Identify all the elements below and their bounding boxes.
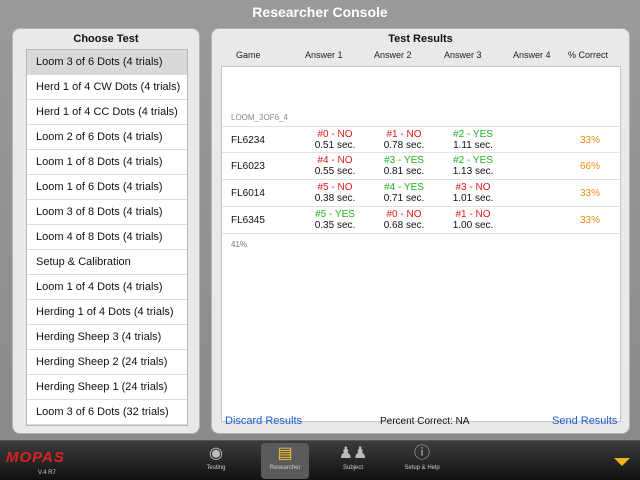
result-answer-cell: #0 - NO 0.51 sec. <box>300 128 370 151</box>
test-list-item[interactable]: Herding Sheep 2 (24 trials) <box>27 350 187 375</box>
menu-arrow-icon[interactable] <box>614 458 630 466</box>
percent-correct-label: Percent Correct: NA <box>380 416 470 427</box>
tab-researcher[interactable]: ▤ Researcher <box>261 443 309 479</box>
people-icon: ♟♟ <box>338 445 368 462</box>
answer-result: #0 - NO <box>317 129 353 140</box>
column-header-percent-correct: % Correct <box>568 50 609 60</box>
choose-test-title: Choose Test <box>73 33 139 45</box>
column-header-answer-1: Answer 1 <box>305 50 343 60</box>
result-answer-cell: #5 - NO 0.38 sec. <box>300 181 370 204</box>
test-list-item[interactable]: Setup & Calibration <box>27 250 187 275</box>
answer-time: 0.81 sec. <box>383 166 425 177</box>
result-percent-correct: 33% <box>580 135 601 146</box>
result-answer-cell: #4 - YES 0.71 sec. <box>369 181 439 204</box>
answer-result: #2 - YES <box>453 155 493 166</box>
answer-result: #3 - YES <box>384 155 424 166</box>
test-list-item[interactable]: Herd 1 of 4 CC Dots (4 trials) <box>27 100 187 125</box>
test-list-item[interactable]: Loom 3 of 6 Dots (4 trials) <box>27 50 187 75</box>
result-percent-correct: 33% <box>580 215 601 226</box>
answer-time: 1.01 sec. <box>452 193 494 204</box>
result-answer-cell: #3 - YES 0.81 sec. <box>369 154 439 177</box>
version-label: V.4 R7 <box>38 470 56 476</box>
tab-researcher-label: Researcher <box>269 465 301 471</box>
test-list-item[interactable]: Loom 1 of 8 Dots (4 trials) <box>27 150 187 175</box>
answer-result: #3 - NO <box>455 182 491 193</box>
tab-testing-label: Testing <box>206 465 226 471</box>
send-results-button[interactable]: Send Results <box>552 415 617 427</box>
results-section-label: LOOM_3OF6_4 <box>231 113 288 122</box>
info-icon: ⓘ <box>413 445 430 462</box>
answer-time: 0.38 sec. <box>314 193 356 204</box>
answer-result: #1 - NO <box>455 209 491 220</box>
answer-result: #1 - NO <box>386 129 422 140</box>
answer-time: 0.55 sec. <box>314 166 356 177</box>
tab-subject[interactable]: ♟♟ Subject <box>329 443 377 479</box>
test-results-panel: Test Results Game Answer 1 Answer 2 Answ… <box>211 28 630 434</box>
discard-results-button[interactable]: Discard Results <box>225 415 302 427</box>
results-column-headers: Game Answer 1 Answer 2 Answer 3 Answer 4… <box>212 50 631 64</box>
result-game-id: FL6023 <box>231 161 265 172</box>
result-game-id: FL6234 <box>231 135 265 146</box>
result-answer-cell: #2 - YES 1.11 sec. <box>438 128 508 151</box>
answer-result: #4 - YES <box>384 182 424 193</box>
answer-time: 0.71 sec. <box>383 193 425 204</box>
overall-percent: 41% <box>231 240 248 249</box>
tab-bar: MOPAS V.4 R7 ◉ Testing ▤ Researcher ♟♟ S… <box>0 440 640 480</box>
answer-time: 1.11 sec. <box>453 140 493 151</box>
tab-setup-help[interactable]: ⓘ Setup & Help <box>398 443 446 479</box>
tab-setup-help-label: Setup & Help <box>404 465 440 471</box>
result-percent-correct: 33% <box>580 188 601 199</box>
column-header-answer-4: Answer 4 <box>513 50 551 60</box>
test-list-item[interactable]: Herding 1 of 4 Dots (4 trials) <box>27 300 187 325</box>
choose-test-panel: Choose Test Loom 3 of 6 Dots (4 trials) H… <box>12 28 200 434</box>
test-list-item[interactable]: Herd 1 of 4 CW Dots (4 trials) <box>27 75 187 100</box>
answer-result: #4 - NO <box>317 155 353 166</box>
result-game-id: FL6345 <box>231 215 265 226</box>
test-list-item[interactable]: Loom 3 of 6 Dots (32 trials) <box>27 400 187 425</box>
answer-time: 0.51 sec. <box>314 140 356 151</box>
test-list-item[interactable]: Herding Sheep 1 (24 trials) <box>27 375 187 400</box>
result-answer-cell: #5 - YES 0.35 sec. <box>300 208 370 231</box>
result-answer-cell: #1 - NO 1.00 sec. <box>438 208 508 231</box>
result-answer-cell: #1 - NO 0.78 sec. <box>369 128 439 151</box>
result-percent-correct: 66% <box>580 161 601 172</box>
test-list-item[interactable]: Loom 4 of 8 Dots (4 trials) <box>27 225 187 250</box>
answer-time: 0.68 sec. <box>383 220 425 231</box>
answer-time: 0.78 sec. <box>383 140 425 151</box>
test-list-item[interactable]: Herding Sheep 3 (4 trials) <box>27 325 187 350</box>
answer-result: #2 - YES <box>453 129 493 140</box>
eye-icon: ◉ <box>209 445 223 462</box>
tab-subject-label: Subject <box>342 465 363 471</box>
answer-time: 1.13 sec. <box>452 166 494 177</box>
result-answer-cell: #0 - NO 0.68 sec. <box>369 208 439 231</box>
result-row: FL6014 #5 - NO 0.38 sec. #4 - YES 0.71 sec. #… <box>222 180 622 207</box>
test-list-item[interactable]: Loom 2 of 6 Dots (4 trials) <box>27 125 187 150</box>
result-answer-cell: #3 - NO 1.01 sec. <box>438 181 508 204</box>
result-game-id: FL6014 <box>231 188 265 199</box>
results-table: LOOM_3OF6_4 FL6234 #0 - NO 0.51 sec. #1 - N… <box>221 66 622 422</box>
test-list-item[interactable]: Loom 1 of 4 Dots (4 trials) <box>27 275 187 300</box>
test-list-item[interactable]: Loom 3 of 8 Dots (4 trials) <box>27 200 187 225</box>
result-row: FL6234 #0 - NO 0.51 sec. #1 - NO 0.78 sec. #2… <box>222 126 622 153</box>
answer-time: 0.35 sec. <box>314 220 356 231</box>
answer-result: #5 - YES <box>315 209 355 220</box>
column-header-answer-2: Answer 2 <box>374 50 412 60</box>
result-answer-cell: #4 - NO 0.55 sec. <box>300 154 370 177</box>
column-header-answer-3: Answer 3 <box>444 50 482 60</box>
page-title: Researcher Console <box>252 4 388 20</box>
result-row: FL6345 #5 - YES 0.35 sec. #0 - NO 0.68 sec. #… <box>222 207 622 234</box>
mopas-logo: MOPAS <box>6 449 65 466</box>
test-results-title: Test Results <box>388 33 453 45</box>
tab-testing[interactable]: ◉ Testing <box>192 443 240 479</box>
answer-result: #5 - NO <box>317 182 353 193</box>
result-row: FL6023 #4 - NO 0.55 sec. #3 - YES 0.81 sec. #… <box>222 153 622 180</box>
column-header-game: Game <box>236 50 261 60</box>
test-list[interactable]: Loom 3 of 6 Dots (4 trials) Herd 1 of 4 C… <box>26 49 188 426</box>
test-list-item[interactable]: Loom 1 of 6 Dots (4 trials) <box>27 175 187 200</box>
answer-result: #0 - NO <box>386 209 422 220</box>
clipboard-icon: ▤ <box>277 445 293 462</box>
answer-time: 1.00 sec. <box>452 220 494 231</box>
result-answer-cell: #2 - YES 1.13 sec. <box>438 154 508 177</box>
